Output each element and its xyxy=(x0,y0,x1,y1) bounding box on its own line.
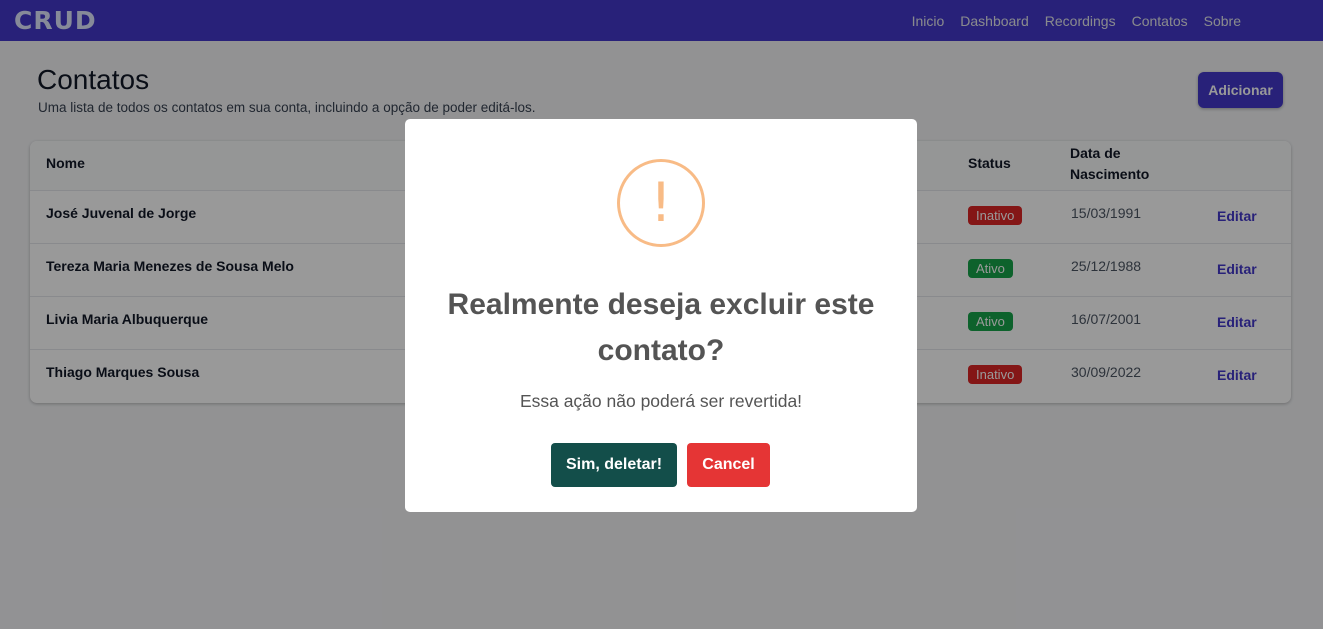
dialog-title: Realmente deseja excluir este contato? xyxy=(447,288,875,367)
delete-confirm-dialog: ! Realmente deseja excluir este contato?… xyxy=(405,119,917,512)
cancel-button[interactable]: Cancel xyxy=(687,443,770,487)
exclamation-icon: ! xyxy=(617,159,705,247)
dialog-message: Essa ação não poderá ser revertida! xyxy=(519,391,803,411)
confirm-delete-button[interactable]: Sim, deletar! xyxy=(551,443,677,487)
